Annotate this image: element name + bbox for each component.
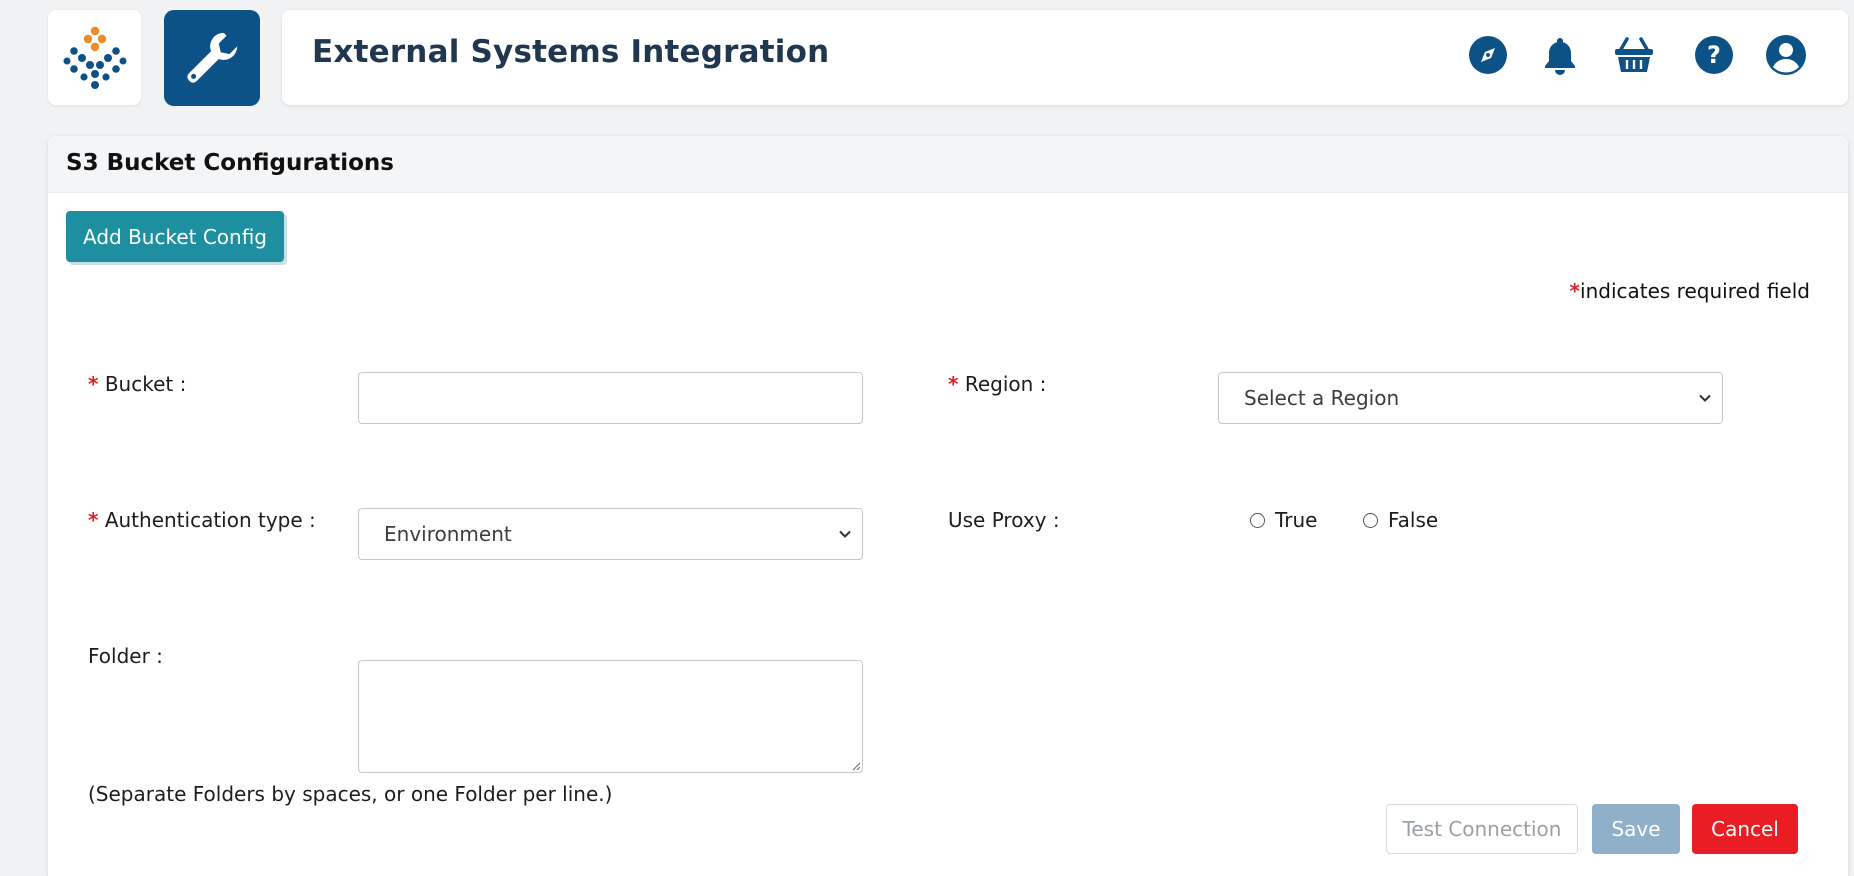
proxy-true-radio[interactable] [1250, 512, 1265, 528]
wrench-icon [187, 32, 238, 83]
compass-button[interactable] [1466, 33, 1510, 77]
svg-text:?: ? [1707, 41, 1721, 69]
folder-textarea[interactable] [358, 660, 863, 773]
bucket-input[interactable] [358, 372, 863, 424]
required-star: * [1569, 279, 1581, 303]
app-logo[interactable] [48, 10, 141, 105]
region-select[interactable]: Select a Region [1218, 372, 1723, 424]
folder-hint: (Separate Folders by spaces, or one Fold… [88, 782, 613, 806]
bell-icon [1545, 38, 1575, 75]
folder-textarea-wrap [358, 660, 863, 773]
app-logo-icon [63, 26, 126, 89]
card-header: S3 Bucket Configurations [48, 136, 1848, 193]
save-button[interactable]: Save [1592, 804, 1680, 854]
help-icon: ? [1695, 36, 1733, 74]
notifications-button[interactable] [1538, 33, 1582, 77]
chevron-down-icon [839, 530, 851, 538]
folder-label: Folder : [88, 644, 163, 668]
use-proxy-label: Use Proxy : [948, 508, 1060, 532]
auth-type-select[interactable]: Environment [358, 508, 863, 560]
auth-type-select-value: Environment [384, 522, 512, 546]
required-field-note: *indicates required field [1570, 279, 1810, 303]
proxy-false-radio[interactable] [1363, 512, 1378, 528]
s3-config-card: S3 Bucket Configurations Add Bucket Conf… [48, 136, 1848, 876]
chevron-down-icon [1699, 394, 1711, 402]
card-title: S3 Bucket Configurations [66, 150, 394, 176]
auth-type-label: * Authentication type : [88, 508, 316, 532]
proxy-false-label: False [1388, 508, 1439, 532]
region-select-value: Select a Region [1244, 386, 1400, 410]
test-connection-button[interactable]: Test Connection [1386, 804, 1578, 854]
add-bucket-config-button[interactable]: Add Bucket Config [66, 211, 284, 262]
cart-button[interactable] [1612, 33, 1656, 77]
proxy-false-option[interactable]: False [1363, 508, 1438, 532]
cancel-button[interactable]: Cancel [1692, 804, 1798, 854]
resize-grip-icon[interactable] [851, 761, 861, 771]
help-button[interactable]: ? [1692, 33, 1736, 77]
module-tile[interactable] [164, 10, 260, 106]
proxy-true-option[interactable]: True [1250, 508, 1317, 532]
proxy-true-label: True [1275, 508, 1318, 532]
page-title: External Systems Integration [312, 34, 830, 70]
required-note-text: indicates required field [1580, 279, 1810, 303]
header-bar: External Systems Integration ? [282, 10, 1848, 105]
basket-icon [1615, 37, 1653, 72]
bucket-label: * Bucket : [88, 372, 187, 396]
compass-icon [1469, 36, 1507, 74]
user-menu-button[interactable] [1764, 33, 1808, 77]
user-icon [1766, 35, 1806, 75]
region-label: * Region : [948, 372, 1047, 396]
